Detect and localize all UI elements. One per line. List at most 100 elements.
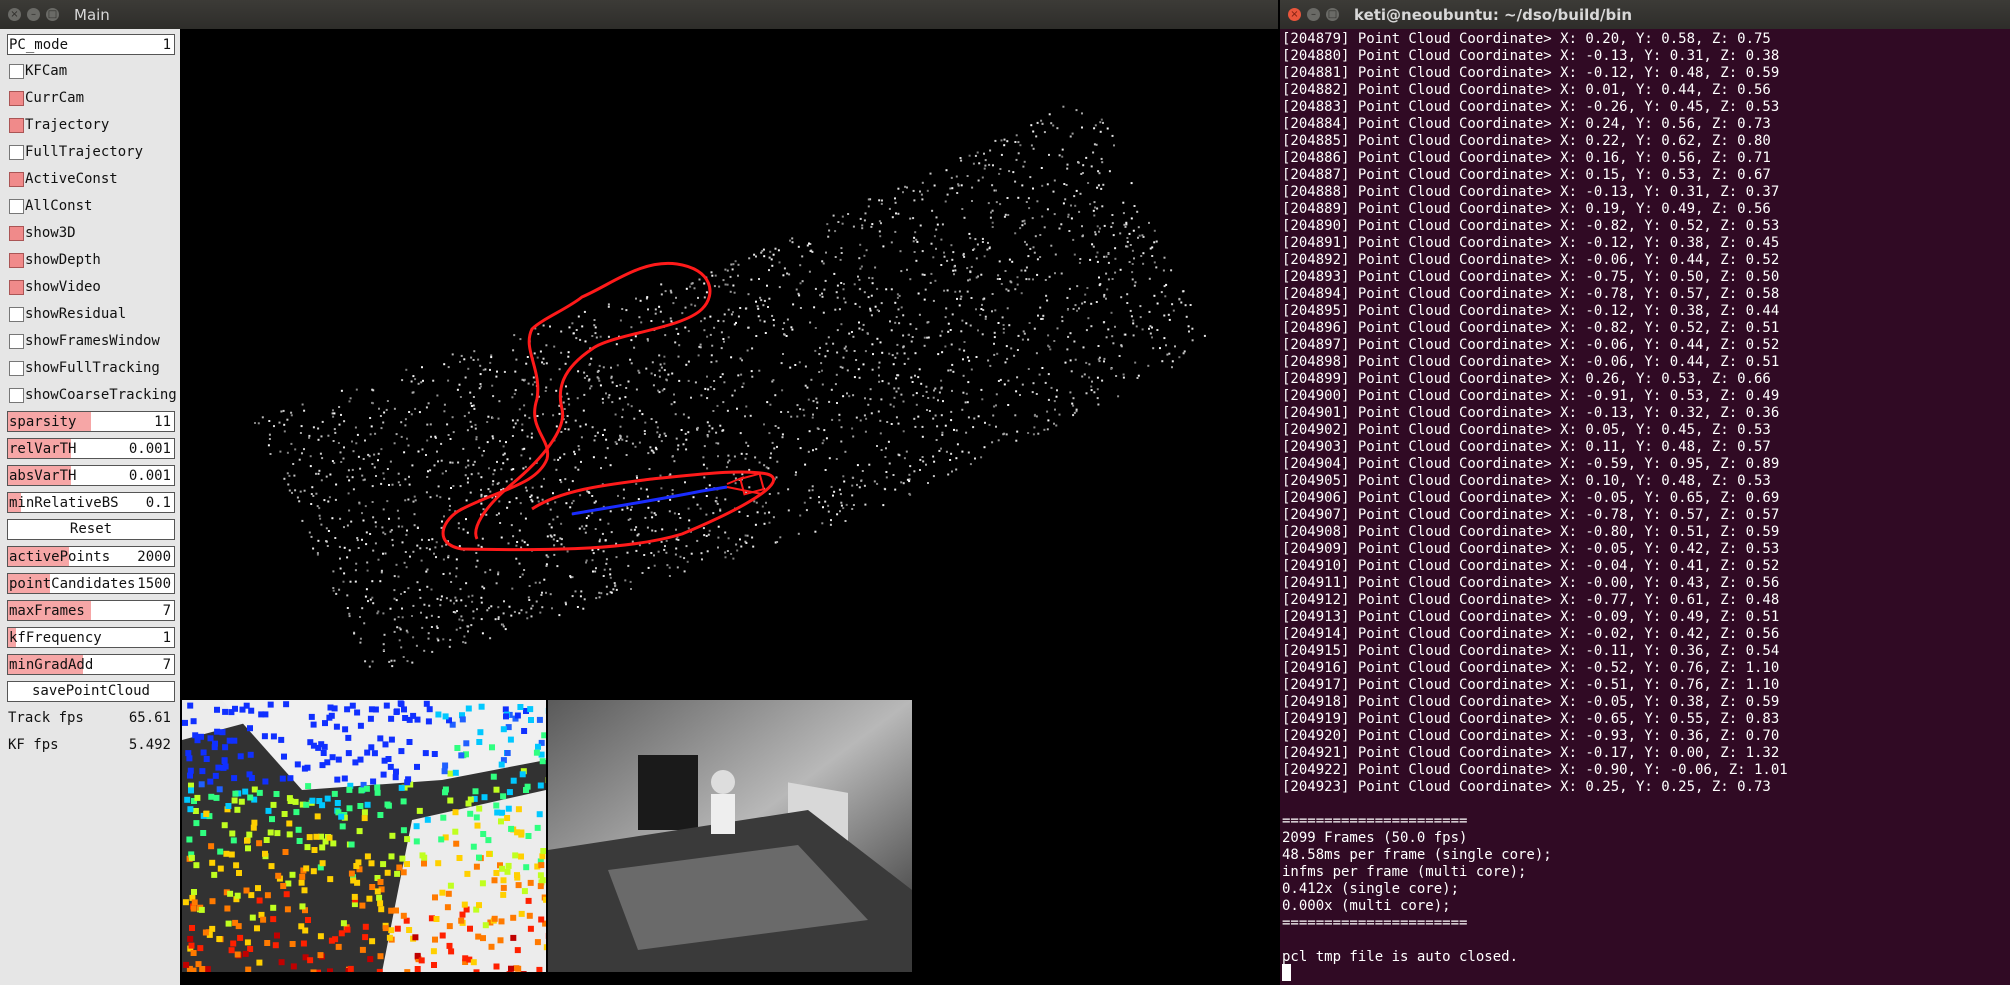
window-title: Main [74,6,110,24]
3d-point-cloud-viewer[interactable] [182,29,1278,699]
checkbox-label: showDepth [25,252,101,268]
checkbox-box[interactable] [9,91,24,106]
slider-label: sparsity [9,414,77,430]
checkbox-show-coarse-tracking[interactable]: showCoarseTracking [7,385,177,406]
checkbox-trajectory[interactable]: Trajectory [7,115,175,136]
checkbox-box[interactable] [9,388,24,403]
stat-label: Track fps [8,710,84,726]
terminal-line: [204900] Point Cloud Coordinate> X: -0.9… [1282,388,1780,404]
checkbox-full-trajectory[interactable]: FullTrajectory [7,142,175,163]
reset-button[interactable]: Reset [7,519,175,540]
slider-abs-var-th[interactable]: absVarTH 0.001 [7,465,175,486]
main-window: × – □ Main PC_mode 1 Reset savePointClou… [0,0,1278,985]
checkbox-box[interactable] [9,64,24,79]
checkbox-box[interactable] [9,334,24,349]
checkbox-box[interactable] [9,253,24,268]
slider-value: 1 [162,630,171,646]
slider-sparsity[interactable]: sparsity 11 [7,411,175,432]
checkbox-label: FullTrajectory [25,144,144,160]
terminal-line: [204901] Point Cloud Coordinate> X: -0.1… [1282,405,1780,421]
checkbox-label: ActiveConst [25,171,118,187]
terminal-line: [204909] Point Cloud Coordinate> X: -0.0… [1282,541,1780,557]
terminal-line: [204879] Point Cloud Coordinate> X: 0.20… [1282,31,1771,47]
terminal-line: [204882] Point Cloud Coordinate> X: 0.01… [1282,82,1771,98]
slider-active-points[interactable]: activePoints 2000 [7,546,175,567]
terminal-line: [204893] Point Cloud Coordinate> X: -0.7… [1282,269,1780,285]
terminal-line: [204922] Point Cloud Coordinate> X: -0.9… [1282,762,1788,778]
stat-track-fps: Track fps 65.61 [7,708,175,729]
slider-min-grad-add[interactable]: minGradAdd 7 [7,654,175,675]
terminal-title: keti@neoubuntu: ~/dso/build/bin [1354,6,1633,24]
terminal-line: [204918] Point Cloud Coordinate> X: -0.0… [1282,694,1780,710]
checkbox-show3d[interactable]: show3D [7,223,175,244]
terminal-line: [204904] Point Cloud Coordinate> X: -0.5… [1282,456,1780,472]
checkbox-box[interactable] [9,172,24,187]
slider-kf-frequency[interactable]: kfFrequency 1 [7,627,175,648]
checkbox-active-const[interactable]: ActiveConst [7,169,175,190]
terminal-line: [204884] Point Cloud Coordinate> X: 0.24… [1282,116,1771,132]
close-icon[interactable]: × [1288,8,1301,21]
terminal-line: pcl tmp file is auto closed. [1282,949,1519,965]
current-camera-icon [726,472,765,496]
pc-mode-field[interactable]: PC_mode 1 [7,34,175,55]
checkbox-box[interactable] [9,145,24,160]
slider-label: absVarTH [9,468,77,484]
checkbox-all-const[interactable]: AllConst [7,196,175,217]
checkbox-label: showFullTracking [25,360,160,376]
terminal-cursor [1282,964,1291,981]
terminal-line: infms per frame (multi core); [1282,864,1527,880]
terminal-line: [204888] Point Cloud Coordinate> X: -0.1… [1282,184,1780,200]
terminal-line: [204923] Point Cloud Coordinate> X: 0.25… [1282,779,1771,795]
checkbox-label: showFramesWindow [25,333,160,349]
slider-rel-var-th[interactable]: relVarTH 0.001 [7,438,175,459]
checkbox-curr-cam[interactable]: CurrCam [7,88,175,109]
slider-label: minRelativeBS [9,495,119,511]
slider-min-relative-bs[interactable]: minRelativeBS 0.1 [7,492,175,513]
checkbox-show-residual[interactable]: showResidual [7,304,175,325]
terminal-line: [204908] Point Cloud Coordinate> X: -0.8… [1282,524,1780,540]
terminal-line: [204891] Point Cloud Coordinate> X: -0.1… [1282,235,1780,251]
minimize-icon[interactable]: – [1307,8,1320,21]
stat-label: KF fps [8,737,59,753]
checkbox-label: show3D [25,225,76,241]
save-point-cloud-button[interactable]: savePointCloud [7,681,175,702]
checkbox-box[interactable] [9,226,24,241]
checkbox-kfcam[interactable]: KFCam [7,61,175,82]
checkbox-box[interactable] [9,199,24,214]
terminal-line: [204905] Point Cloud Coordinate> X: 0.10… [1282,473,1771,489]
checkbox-show-video[interactable]: showVideo [7,277,175,298]
slider-value: 0.001 [128,468,171,484]
slider-max-frames[interactable]: maxFrames 7 [7,600,175,621]
checkbox-box[interactable] [9,307,24,322]
checkbox-box[interactable] [9,361,24,376]
slider-value: 7 [162,657,171,673]
terminal-line: [204886] Point Cloud Coordinate> X: 0.16… [1282,150,1771,166]
slider-value: 7 [162,603,171,619]
slider-value: 11 [154,414,171,430]
slider-label: relVarTH [9,441,77,457]
checkbox-show-full-tracking[interactable]: showFullTracking [7,358,175,379]
terminal-line: [204887] Point Cloud Coordinate> X: 0.15… [1282,167,1771,183]
slider-value: 0.001 [128,441,171,457]
terminal-line: [204910] Point Cloud Coordinate> X: -0.0… [1282,558,1780,574]
terminal-line: [204880] Point Cloud Coordinate> X: -0.1… [1282,48,1780,64]
maximize-icon[interactable]: □ [46,8,59,21]
point-cloud [254,105,1206,668]
terminal-output[interactable]: [204879] Point Cloud Coordinate> X: 0.20… [1280,29,2010,985]
checkbox-show-depth[interactable]: showDepth [7,250,175,271]
checkbox-box[interactable] [9,280,24,295]
minimize-icon[interactable]: – [27,8,40,21]
checkbox-show-frames-window[interactable]: showFramesWindow [7,331,175,352]
slider-value: 0.1 [145,495,171,511]
terminal-line: [204897] Point Cloud Coordinate> X: -0.0… [1282,337,1780,353]
terminal-line: [204919] Point Cloud Coordinate> X: -0.6… [1282,711,1780,727]
close-icon[interactable]: × [8,8,21,21]
stat-value: 5.492 [128,737,171,753]
checkbox-label: Trajectory [25,117,110,133]
depth-map-view [182,700,546,972]
slider-point-candidates[interactable]: pointCandidates 1500 [7,573,175,594]
slider-label: minGradAdd [9,657,94,673]
maximize-icon[interactable]: □ [1326,8,1339,21]
terminal-line: [204885] Point Cloud Coordinate> X: 0.22… [1282,133,1771,149]
checkbox-box[interactable] [9,118,24,133]
